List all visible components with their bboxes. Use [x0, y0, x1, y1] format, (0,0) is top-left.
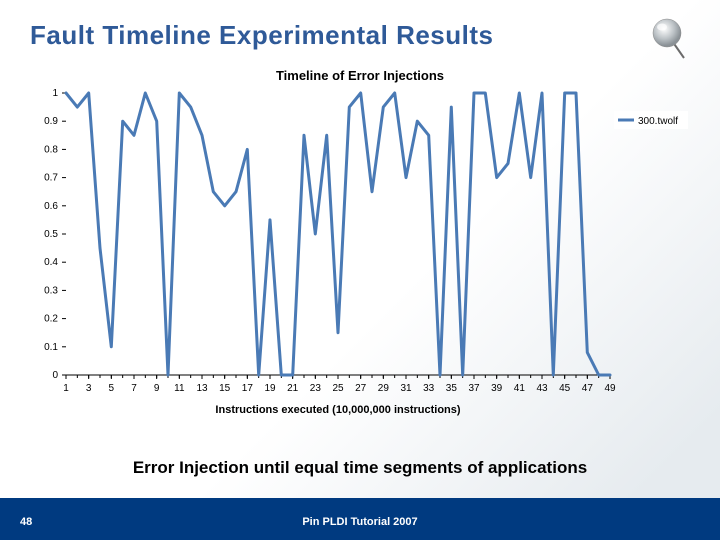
- svg-text:33: 33: [423, 383, 435, 394]
- svg-text:Instructions executed (10,000,: Instructions executed (10,000,000 instru…: [215, 404, 460, 416]
- chart-container: Timeline of Error Injections 0 0.1 0.2 0.3 0…: [22, 60, 698, 440]
- footer-bar: 48 Pin PLDI Tutorial 2007: [0, 498, 720, 540]
- svg-text:19: 19: [264, 383, 276, 394]
- svg-text:13: 13: [196, 383, 208, 394]
- svg-text:25: 25: [332, 383, 344, 394]
- svg-text:0.7: 0.7: [44, 173, 58, 184]
- svg-text:23: 23: [310, 383, 322, 394]
- slide: Fault Timeline Experimental Results Time…: [0, 0, 720, 540]
- slide-title: Fault Timeline Experimental Results: [30, 20, 494, 51]
- svg-text:15: 15: [219, 383, 231, 394]
- svg-text:0.8: 0.8: [44, 144, 58, 155]
- svg-text:0: 0: [52, 370, 58, 381]
- svg-text:31: 31: [400, 383, 412, 394]
- svg-text:45: 45: [559, 383, 571, 394]
- svg-text:17: 17: [242, 383, 254, 394]
- svg-text:1: 1: [52, 88, 58, 99]
- svg-text:43: 43: [536, 383, 548, 394]
- svg-text:0.1: 0.1: [44, 342, 58, 353]
- svg-text:9: 9: [154, 383, 160, 394]
- svg-text:47: 47: [582, 383, 594, 394]
- svg-text:35: 35: [446, 383, 458, 394]
- svg-text:0.6: 0.6: [44, 201, 58, 212]
- svg-text:0.5: 0.5: [44, 229, 58, 240]
- svg-text:0.2: 0.2: [44, 314, 58, 325]
- pushpin-icon: [640, 8, 700, 68]
- svg-text:11: 11: [174, 383, 185, 394]
- svg-text:300.twolf: 300.twolf: [638, 116, 678, 127]
- svg-text:1: 1: [63, 383, 69, 394]
- svg-text:39: 39: [491, 383, 503, 394]
- svg-text:0.4: 0.4: [44, 257, 58, 268]
- svg-text:7: 7: [131, 383, 137, 394]
- svg-text:29: 29: [378, 383, 390, 394]
- svg-text:27: 27: [355, 383, 367, 394]
- svg-text:41: 41: [514, 383, 526, 394]
- svg-text:21: 21: [287, 383, 299, 394]
- chart-title: Timeline of Error Injections: [22, 68, 698, 83]
- svg-text:37: 37: [468, 383, 480, 394]
- line-chart: 00.10.20.30.40.50.60.70.80.9113579111315…: [30, 83, 690, 423]
- svg-text:5: 5: [109, 383, 115, 394]
- footer-text: Pin PLDI Tutorial 2007: [0, 516, 720, 528]
- svg-text:0.9: 0.9: [44, 116, 58, 127]
- svg-text:3: 3: [86, 383, 92, 394]
- svg-text:0.3: 0.3: [44, 285, 58, 296]
- svg-text:49: 49: [604, 383, 616, 394]
- slide-caption: Error Injection until equal time segment…: [0, 458, 720, 478]
